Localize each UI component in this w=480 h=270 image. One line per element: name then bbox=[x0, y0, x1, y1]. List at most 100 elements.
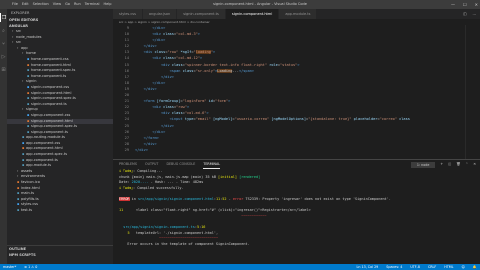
tree-item-label: assets bbox=[21, 168, 33, 173]
menu-item-file[interactable]: File bbox=[12, 0, 18, 9]
panel-tab-output[interactable]: OUTPUT bbox=[145, 160, 158, 169]
status-left-item[interactable]: ⊗ 1 ⚠ 0 bbox=[24, 264, 37, 270]
tree-item-label: signin.component.ts bbox=[31, 101, 67, 106]
status-right-item[interactable]: 🔔 bbox=[473, 264, 477, 270]
tree-item-label: signin.component.spec.ts bbox=[31, 96, 76, 101]
tree-item-label: src bbox=[16, 29, 22, 33]
status-left: master* ⊗ 1 ⚠ 0 bbox=[0, 264, 37, 270]
debug-icon[interactable]: ▷ bbox=[0, 52, 7, 61]
code-text: <input type="email" [ngModel]="usuario.c… bbox=[169, 117, 410, 122]
activity-bar: ❐ ⌕ ⑂ ▷ ⊞ bbox=[0, 9, 7, 264]
terminal-controls: 1: node + ◫ 🗑 ⌃ ✕ bbox=[410, 160, 480, 169]
close-icon[interactable]: ✕ bbox=[475, 0, 478, 9]
status-right-item[interactable]: HTML bbox=[444, 264, 453, 270]
tree-item-label: favicon.ico bbox=[21, 180, 40, 185]
tree-item-label: signin bbox=[26, 79, 37, 84]
npm-scripts-section[interactable]: NPM SCRIPTS bbox=[7, 252, 113, 258]
status-right: Ln 13, Col 29 Spaces: 4 UTF-8 CRLF HTML ☺ 🔔 bbox=[357, 264, 480, 270]
editor-tab[interactable]: signin.component.html bbox=[225, 9, 280, 19]
status-bar: master* ⊗ 1 ⚠ 0 Ln 13, Col 29 Spaces: 4 UTF… bbox=[0, 264, 480, 270]
tab-list: styles.css angular.json signin.component.t… bbox=[113, 9, 318, 19]
minimize-icon[interactable]: — bbox=[451, 0, 455, 9]
more-actions-icon[interactable]: … bbox=[473, 9, 477, 19]
add-terminal-icon[interactable]: + bbox=[440, 160, 443, 169]
status-right-item[interactable]: CRLF bbox=[428, 264, 436, 270]
tree-item-label: home bbox=[26, 51, 36, 56]
extensions-icon[interactable]: ⊞ bbox=[0, 65, 7, 74]
code-lines: 9 </div> 10 <div class="col-md-3"> 11 </di… bbox=[113, 25, 480, 153]
tree-item-label: app.module.ts bbox=[26, 163, 52, 168]
maximize-panel-icon[interactable]: ⌃ bbox=[465, 160, 468, 169]
tree-item-label: signin.component.html bbox=[31, 90, 72, 95]
editor-tabs: styles.css angular.json signin.component.t… bbox=[113, 9, 480, 19]
tree-item-label: app bbox=[21, 45, 28, 50]
menu-item-help[interactable]: Help bbox=[103, 0, 111, 9]
tree-item-label: signup.component.spec.ts bbox=[31, 124, 78, 129]
window-controls: — ☐ ✕ bbox=[451, 0, 478, 9]
sidebar-bottom: OUTLINE NPM SCRIPTS bbox=[7, 245, 113, 264]
split-terminal-icon[interactable]: ◫ bbox=[448, 160, 451, 169]
tree-item-label: test.ts bbox=[21, 208, 33, 212]
title-bar: File Edit Selection View Go Run Terminal Help s… bbox=[0, 0, 480, 9]
search-icon[interactable]: ⌕ bbox=[0, 26, 7, 35]
explorer-icon[interactable]: ❐ bbox=[0, 13, 7, 22]
tree-item-label: app-routing.module.ts bbox=[26, 135, 65, 140]
status-right-item[interactable]: Ln 13, Col 29 bbox=[357, 264, 379, 270]
tree-item-label: src bbox=[16, 40, 22, 45]
tree-item-label: index.html bbox=[21, 185, 40, 190]
tree-item-label: signin.component.css bbox=[31, 84, 70, 89]
menu-item-terminal[interactable]: Terminal bbox=[85, 0, 100, 9]
tree-item-label: signup.component.html bbox=[31, 118, 73, 123]
panel-tab-debug-console[interactable]: DEBUG CONSOLE bbox=[166, 160, 195, 169]
code-editor[interactable]: 9 </div> 10 <div class="col-md-3"> 11 </di… bbox=[113, 25, 480, 159]
tree-file[interactable]: ▪ test.ts bbox=[7, 208, 113, 214]
menu-item-run[interactable]: Run bbox=[74, 0, 81, 9]
menu-item-edit[interactable]: Edit bbox=[22, 0, 29, 9]
terminal-output[interactable]: i ｢wdm｣: Compiling... chunk {main} main.j… bbox=[113, 169, 480, 259]
menu-item-view[interactable]: View bbox=[53, 0, 61, 9]
tree-item-label: home.component.ts bbox=[31, 73, 67, 78]
bottom-panel: PROBLEMS OUTPUT DEBUG CONSOLE TERMINAL 1: n… bbox=[113, 159, 480, 265]
tree-item-label: home.component.spec.ts bbox=[31, 68, 76, 73]
minimap[interactable] bbox=[465, 25, 480, 159]
status-left-item[interactable]: master* bbox=[3, 264, 16, 270]
explorer-sidebar: EXPLORER OPEN EDITORS ANGULAR › src › node_… bbox=[7, 9, 113, 264]
editor-tab[interactable]: signin.component.ts bbox=[177, 9, 226, 19]
close-panel-icon[interactable]: ✕ bbox=[473, 160, 476, 169]
menu-bar: File Edit Selection View Go Run Terminal Help bbox=[12, 0, 111, 9]
status-right-item[interactable]: Spaces: 4 bbox=[386, 264, 402, 270]
menu-item-selection[interactable]: Selection bbox=[33, 0, 49, 9]
menu-item-go[interactable]: Go bbox=[65, 0, 70, 9]
code-text: </div> bbox=[135, 147, 148, 152]
editor-tab[interactable]: styles.css bbox=[113, 9, 143, 19]
tree-item-label: home.component.css bbox=[31, 56, 69, 61]
tree-item-label: app.component.ts bbox=[26, 157, 58, 162]
line-number: 29 bbox=[124, 147, 129, 152]
status-right-item[interactable]: ☺ bbox=[461, 264, 464, 270]
tree-item-label: styles.css bbox=[21, 202, 38, 207]
editor-tab[interactable]: angular.json bbox=[142, 9, 178, 19]
kill-terminal-icon[interactable]: 🗑 bbox=[456, 160, 460, 169]
split-editor-icon[interactable]: ◫ bbox=[463, 9, 466, 19]
window-title: signin.component.html - Angular - Visual… bbox=[213, 2, 307, 6]
status-right-item[interactable]: UTF-8 bbox=[410, 264, 420, 270]
tree-item-label: environments bbox=[21, 174, 46, 179]
tree-item-label: signup bbox=[26, 107, 38, 112]
code-line: 29 </div> bbox=[113, 147, 480, 153]
source-control-icon[interactable]: ⑂ bbox=[0, 39, 7, 48]
panel-tab-terminal[interactable]: TERMINAL bbox=[203, 160, 221, 169]
tree-item-label: node_modules bbox=[16, 34, 42, 39]
panel-tab-problems[interactable]: PROBLEMS bbox=[119, 160, 137, 169]
tree-item-label: home.component.html bbox=[31, 62, 71, 67]
file-tree: › src › node_modules › src › app › home ▪ home.comp… bbox=[7, 29, 113, 214]
panel-tab-list: PROBLEMS OUTPUT DEBUG CONSOLE TERMINAL bbox=[119, 160, 221, 169]
editor-tab[interactable]: app.module.ts bbox=[279, 9, 318, 19]
code-text: </div> bbox=[143, 86, 157, 91]
tree-item-label: polyfills.ts bbox=[21, 196, 39, 201]
maximize-icon[interactable]: ☐ bbox=[463, 0, 467, 9]
tree-item-label: app.component.css bbox=[26, 140, 61, 145]
terminal-select[interactable]: 1: node bbox=[410, 161, 436, 168]
tree-item-label: signup.component.ts bbox=[31, 129, 68, 134]
tree-item-label: main.ts bbox=[21, 191, 35, 196]
